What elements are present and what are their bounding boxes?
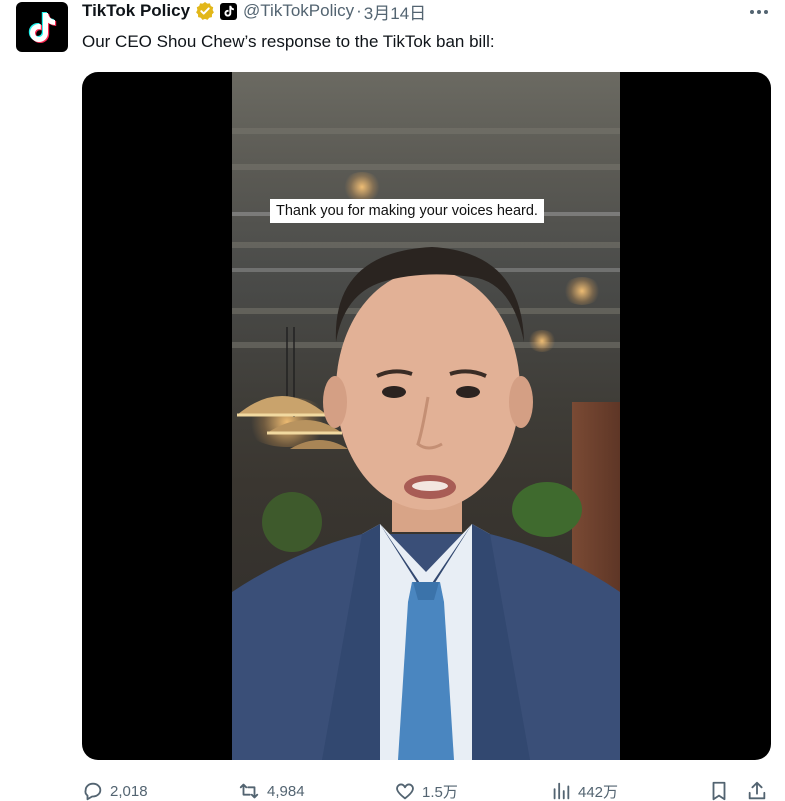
tweet-text: Our CEO Shou Chew’s response to the TikT… — [82, 32, 495, 51]
video-caption: Thank you for making your voices heard. — [270, 199, 544, 223]
share-button[interactable] — [746, 780, 774, 801]
retweet-button[interactable]: 4,984 — [237, 780, 305, 801]
tweet-header: TikTok Policy @TikTokPolicy · 3月14日 — [82, 0, 426, 24]
tiktok-affiliate-icon[interactable] — [220, 2, 238, 20]
reply-icon — [84, 782, 102, 801]
bookmark-icon — [712, 781, 726, 801]
reply-button[interactable]: 2,018 — [82, 780, 148, 801]
views-button[interactable]: 442万 — [550, 780, 618, 801]
avatar[interactable] — [16, 2, 68, 52]
like-button[interactable]: 1.5万 — [394, 780, 458, 801]
view-count: 442万 — [578, 783, 619, 801]
video-frame: Thank you for making your voices heard. — [232, 72, 620, 760]
tiktok-logo-icon — [28, 12, 57, 43]
video-player[interactable]: Thank you for making your voices heard. — [82, 72, 771, 760]
share-icon — [748, 781, 766, 800]
display-name[interactable]: TikTok Policy — [82, 1, 190, 21]
retweet-icon — [239, 783, 259, 799]
separator: · — [356, 1, 362, 20]
like-icon — [396, 783, 414, 800]
action-bar: 2,018 4,984 1.5万 442万 — [82, 776, 772, 801]
reply-count: 2,018 — [110, 782, 148, 800]
bookmark-button[interactable] — [708, 780, 736, 801]
retweet-count: 4,984 — [267, 782, 305, 800]
timestamp[interactable]: 3月14日 — [364, 0, 426, 24]
handle[interactable]: @TikTokPolicy — [243, 1, 354, 21]
views-icon — [553, 782, 570, 800]
speaker-figure — [232, 247, 620, 760]
verified-badge-icon[interactable] — [195, 1, 215, 21]
like-count: 1.5万 — [422, 783, 458, 801]
tweet: TikTok Policy @TikTokPolicy · 3月14日 Our … — [0, 0, 785, 801]
more-icon[interactable] — [747, 2, 771, 22]
